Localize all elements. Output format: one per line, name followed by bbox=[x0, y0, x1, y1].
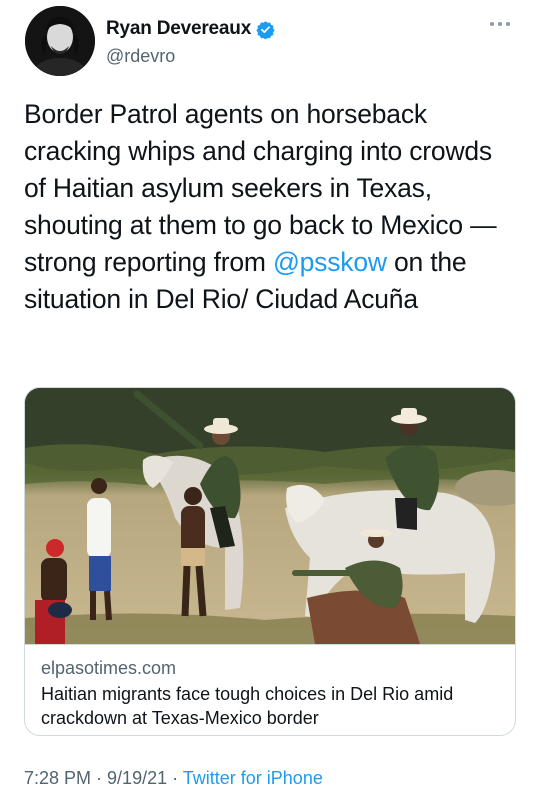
tweet-text: Border Patrol agents on horseback cracki… bbox=[24, 96, 516, 318]
meta-separator: · bbox=[91, 768, 108, 788]
card-domain: elpasotimes.com bbox=[41, 658, 177, 678]
tweet-source[interactable]: Twitter for iPhone bbox=[183, 768, 323, 788]
tweet-header: Ryan Devereaux @rdevro bbox=[24, 4, 516, 76]
link-card[interactable]: elpasotimes.com Haitian migrants face to… bbox=[24, 387, 516, 736]
tweet-meta: 7:28 PM · 9/19/21 · Twitter for iPhone bbox=[24, 768, 323, 789]
more-options-icon[interactable] bbox=[486, 14, 514, 34]
card-divider bbox=[25, 644, 515, 645]
meta-separator: · bbox=[167, 768, 183, 788]
tweet-time[interactable]: 7:28 PM bbox=[24, 768, 91, 788]
tweet-date[interactable]: 9/19/21 bbox=[107, 768, 167, 788]
avatar[interactable] bbox=[25, 6, 95, 76]
card-title: Haitian migrants face tough choices in D… bbox=[41, 684, 454, 728]
card-photo bbox=[25, 388, 515, 644]
mention-link[interactable]: @psskow bbox=[273, 247, 387, 277]
author-name[interactable]: Ryan Devereaux bbox=[106, 18, 251, 40]
author-handle[interactable]: @rdevro bbox=[106, 46, 175, 67]
verified-badge-icon bbox=[256, 20, 275, 40]
author-name-row: Ryan Devereaux bbox=[106, 18, 275, 40]
